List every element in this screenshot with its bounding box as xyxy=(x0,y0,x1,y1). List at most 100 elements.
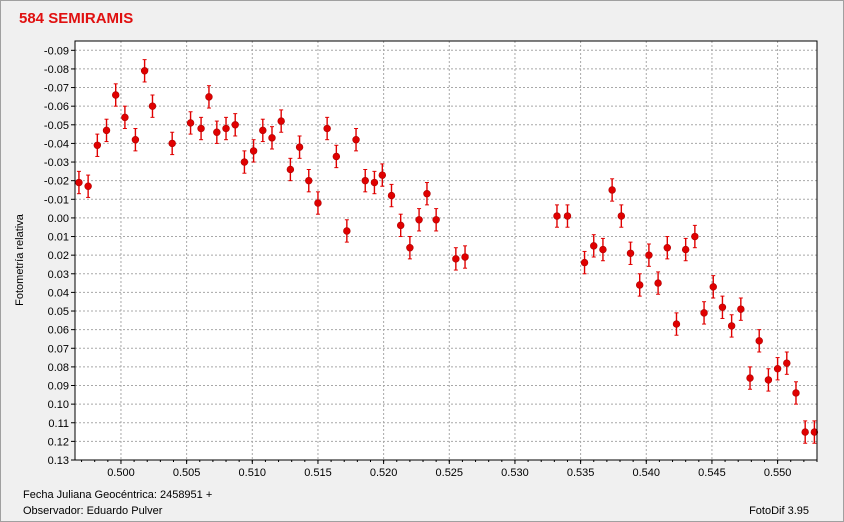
y-tick-label: -0.06 xyxy=(44,101,69,113)
y-tick-label: 0.04 xyxy=(48,287,69,299)
data-point xyxy=(213,128,221,136)
data-point xyxy=(396,221,405,230)
data-point xyxy=(249,147,258,155)
y-tick-label: 0.03 xyxy=(48,269,69,281)
x-tick-label: 0.535 xyxy=(567,467,595,479)
data-point xyxy=(387,191,396,200)
data-point xyxy=(259,126,267,135)
data-point xyxy=(131,135,140,144)
data-point xyxy=(746,374,754,382)
data-point xyxy=(378,171,387,179)
data-point xyxy=(645,251,653,259)
data-point xyxy=(563,212,572,220)
data-point xyxy=(268,134,276,142)
y-tick-label: 0.05 xyxy=(48,306,69,318)
data-point xyxy=(773,365,782,373)
data-point xyxy=(295,143,304,151)
data-point xyxy=(112,91,120,99)
y-tick-label: 0.09 xyxy=(48,381,69,393)
data-point xyxy=(599,245,607,254)
y-tick-label: -0.01 xyxy=(44,194,69,206)
data-point xyxy=(75,178,83,187)
x-tick-label: 0.545 xyxy=(698,467,726,479)
chart-plot: 0.500 0.505 0.510 0.515 0.520 0.525 0.530 0.535… xyxy=(44,40,819,479)
data-point xyxy=(370,178,379,187)
x-tick-label: 0.525 xyxy=(436,467,464,479)
data-point xyxy=(423,190,431,198)
data-point xyxy=(580,258,589,267)
x-tick-label: 0.500 xyxy=(107,467,135,479)
data-point xyxy=(168,139,176,148)
data-point xyxy=(84,182,92,190)
x-tick-label: 0.530 xyxy=(501,467,529,479)
data-point xyxy=(197,124,205,133)
data-point xyxy=(121,113,129,122)
y-tick-label: 0.11 xyxy=(48,418,69,430)
data-point xyxy=(727,322,736,330)
y-tick-label: -0.08 xyxy=(44,64,69,76)
software-label: FotoDif 3.95 xyxy=(749,505,809,517)
data-point xyxy=(663,244,671,252)
data-point xyxy=(305,176,313,185)
data-point xyxy=(590,242,598,250)
y-tick-label: 0.06 xyxy=(48,325,69,337)
data-point xyxy=(102,126,111,135)
observer-label: Observador: Eduardo Pulver xyxy=(23,505,163,517)
data-point xyxy=(406,244,414,252)
data-point xyxy=(792,389,800,397)
y-tick-label: -0.05 xyxy=(44,120,69,132)
data-point xyxy=(709,283,717,291)
x-axis-label: Fecha Juliana Geocéntrica: 2458951 + xyxy=(23,489,213,501)
x-tick-label: 0.505 xyxy=(173,467,201,479)
data-point xyxy=(608,186,616,194)
y-tick-label: -0.09 xyxy=(44,45,69,57)
data-point xyxy=(148,102,157,110)
y-tick-label: 0.02 xyxy=(48,250,69,262)
data-point xyxy=(314,199,322,207)
data-point xyxy=(636,281,644,289)
data-point xyxy=(700,309,708,317)
data-point xyxy=(277,117,285,125)
data-point xyxy=(186,119,195,127)
data-point xyxy=(553,212,561,220)
y-tick-label: -0.03 xyxy=(44,157,69,169)
data-point xyxy=(764,376,773,384)
x-tick-label: 0.520 xyxy=(370,467,398,479)
x-tick-label: 0.515 xyxy=(304,467,332,479)
data-point xyxy=(452,255,460,263)
data-point xyxy=(332,152,341,161)
data-point xyxy=(718,303,727,311)
data-point xyxy=(361,176,369,185)
data-point xyxy=(617,212,626,220)
data-point xyxy=(93,141,102,149)
data-point xyxy=(432,216,440,224)
y-tick-label: 0.07 xyxy=(48,343,69,355)
data-point xyxy=(205,93,213,101)
data-point xyxy=(323,124,331,133)
data-point xyxy=(672,320,681,328)
y-tick-label: -0.04 xyxy=(44,138,69,150)
data-point xyxy=(343,227,351,235)
chart-window: 584 SEMIRAMIS Fotometría relativa 0.500 0… xyxy=(0,0,844,522)
data-point xyxy=(681,245,690,254)
data-point xyxy=(352,135,360,144)
data-point xyxy=(231,121,239,129)
x-tick-label: 0.550 xyxy=(764,467,792,479)
data-point xyxy=(415,216,423,224)
data-point xyxy=(691,232,699,241)
y-tick-label: 0.00 xyxy=(48,213,69,225)
data-point xyxy=(626,249,635,257)
data-point xyxy=(240,158,249,166)
data-point xyxy=(801,428,809,436)
data-point xyxy=(755,337,763,345)
y-tick-label: -0.02 xyxy=(44,176,69,188)
y-tick-label: 0.10 xyxy=(48,399,69,411)
x-tick-label: 0.540 xyxy=(633,467,661,479)
data-point xyxy=(140,67,149,75)
data-point xyxy=(737,305,745,313)
y-tick-label: 0.08 xyxy=(48,362,69,374)
y-tick-label: 0.12 xyxy=(48,436,69,448)
data-point xyxy=(461,253,469,261)
y-tick-label: -0.07 xyxy=(44,83,69,95)
y-tick-label: 0.01 xyxy=(48,232,69,244)
